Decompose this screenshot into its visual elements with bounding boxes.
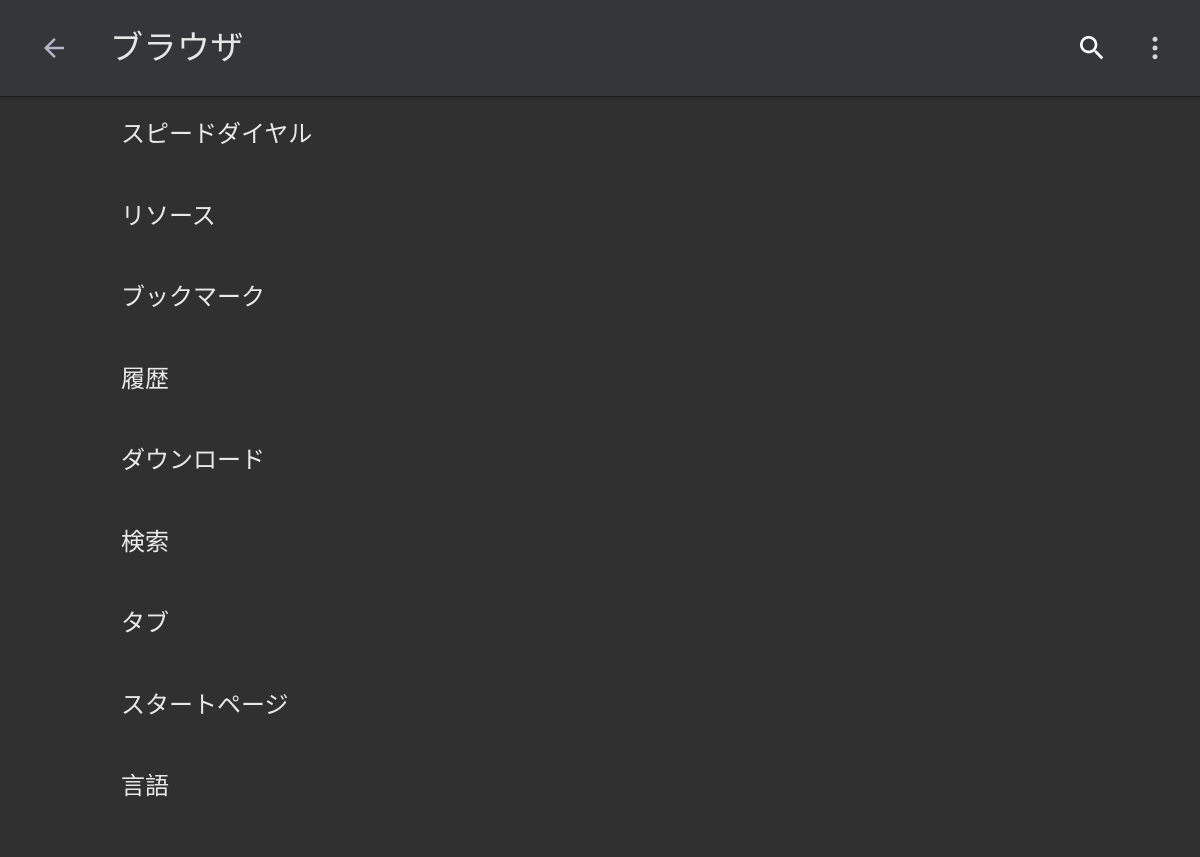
settings-item-language[interactable]: 言語 (0, 748, 1200, 830)
settings-item-label: ブックマーク (121, 283, 265, 311)
settings-item-resources[interactable]: リソース (0, 178, 1200, 260)
settings-item-bookmarks[interactable]: ブックマーク (0, 259, 1200, 341)
settings-item-speed-dial[interactable]: スピードダイヤル (0, 96, 1200, 178)
settings-item-label: スピードダイヤル (121, 120, 313, 148)
settings-item-label: 検索 (121, 527, 169, 556)
settings-item-label: リソース (121, 201, 216, 230)
settings-item-start-page[interactable]: スタートページ (0, 667, 1200, 749)
app-bar: ブラウザ (0, 0, 1200, 96)
more-options-button[interactable] (1131, 24, 1179, 72)
settings-item-label: 履歴 (121, 364, 169, 393)
settings-item-downloads[interactable]: ダウンロード (0, 422, 1200, 504)
settings-item-history[interactable]: 履歴 (0, 341, 1200, 423)
arrow-back-icon (44, 38, 64, 58)
back-button[interactable] (30, 24, 78, 72)
settings-item-label: ダウンロード (121, 446, 265, 474)
settings-item-label: タブ (121, 609, 169, 637)
settings-list: スピードダイヤル リソース ブックマーク 履歴 ダウンロード 検索 タブ スター… (0, 96, 1200, 830)
search-button[interactable] (1068, 24, 1116, 72)
settings-item-label: スタートページ (121, 690, 289, 719)
settings-item-tabs[interactable]: タブ (0, 585, 1200, 667)
settings-item-label: 言語 (121, 772, 169, 800)
page-title: ブラウザ (110, 28, 244, 67)
search-icon (1080, 36, 1104, 60)
settings-item-search[interactable]: 検索 (0, 504, 1200, 586)
more-vert-icon (1152, 36, 1158, 60)
